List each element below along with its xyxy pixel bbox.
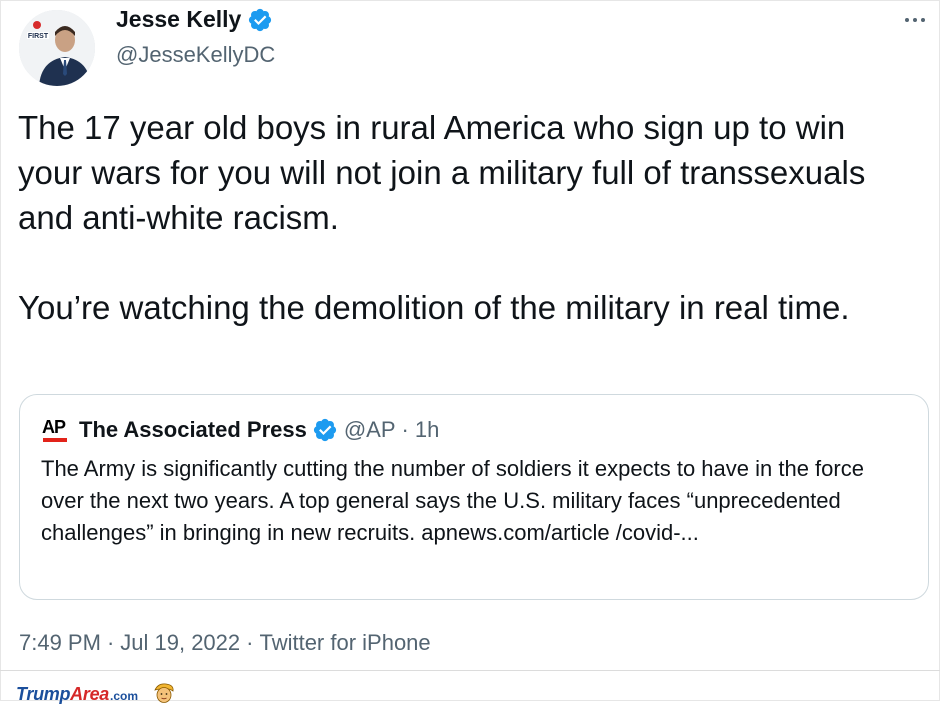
meta-separator: ·	[246, 630, 254, 655]
avatar-photo: FIRST	[19, 10, 95, 86]
quoted-timestamp[interactable]: 1h	[415, 417, 439, 443]
more-dot	[905, 18, 909, 22]
tweet-paragraph: The 17 year old boys in rural America wh…	[18, 109, 866, 236]
tweet-paragraph: You’re watching the demolition of the mi…	[18, 289, 850, 326]
tweet-date[interactable]: Jul 19, 2022	[120, 630, 240, 656]
avatar-badge-text: FIRST	[28, 33, 49, 40]
watermark-part1: Trump	[16, 684, 71, 704]
ap-logo-bar	[43, 438, 67, 442]
watermark-part2: Area	[70, 684, 109, 704]
ap-logo: AP	[41, 415, 71, 445]
quoted-separator: ·	[401, 417, 409, 442]
tweet-source-link[interactable]: Twitter for iPhone	[259, 630, 430, 656]
tweet-meta: 7:49 PM · Jul 19, 2022 · Twitter for iPh…	[19, 630, 431, 656]
verified-badge-icon	[313, 418, 336, 442]
footer-divider	[0, 670, 940, 671]
author-handle[interactable]: @JesseKellyDC	[116, 42, 275, 68]
quoted-author-handle[interactable]: @AP	[344, 417, 396, 443]
tweet-text: The 17 year old boys in rural America wh…	[18, 105, 918, 330]
verified-badge-icon	[249, 8, 272, 31]
more-dot	[913, 18, 917, 22]
avatar[interactable]: FIRST	[19, 10, 95, 86]
author-name-row[interactable]: Jesse Kelly	[116, 6, 273, 33]
ap-logo-text: AP	[42, 417, 66, 437]
more-dot	[921, 18, 925, 22]
quoted-tweet-text: The Army is significantly cutting the nu…	[41, 456, 864, 545]
author-name[interactable]: Jesse Kelly	[116, 6, 241, 33]
meta-separator: ·	[106, 630, 115, 655]
quoted-tweet-card[interactable]: AP The Associated Press @AP · 1h The Arm…	[19, 394, 929, 600]
quoted-author-name[interactable]: The Associated Press	[79, 417, 307, 443]
more-options-icon[interactable]	[900, 8, 930, 32]
quoted-tweet-header: AP The Associated Press @AP · 1h	[41, 415, 439, 445]
watermark-text: TrumpArea	[16, 684, 109, 705]
tweet-time[interactable]: 7:49 PM	[19, 630, 101, 656]
